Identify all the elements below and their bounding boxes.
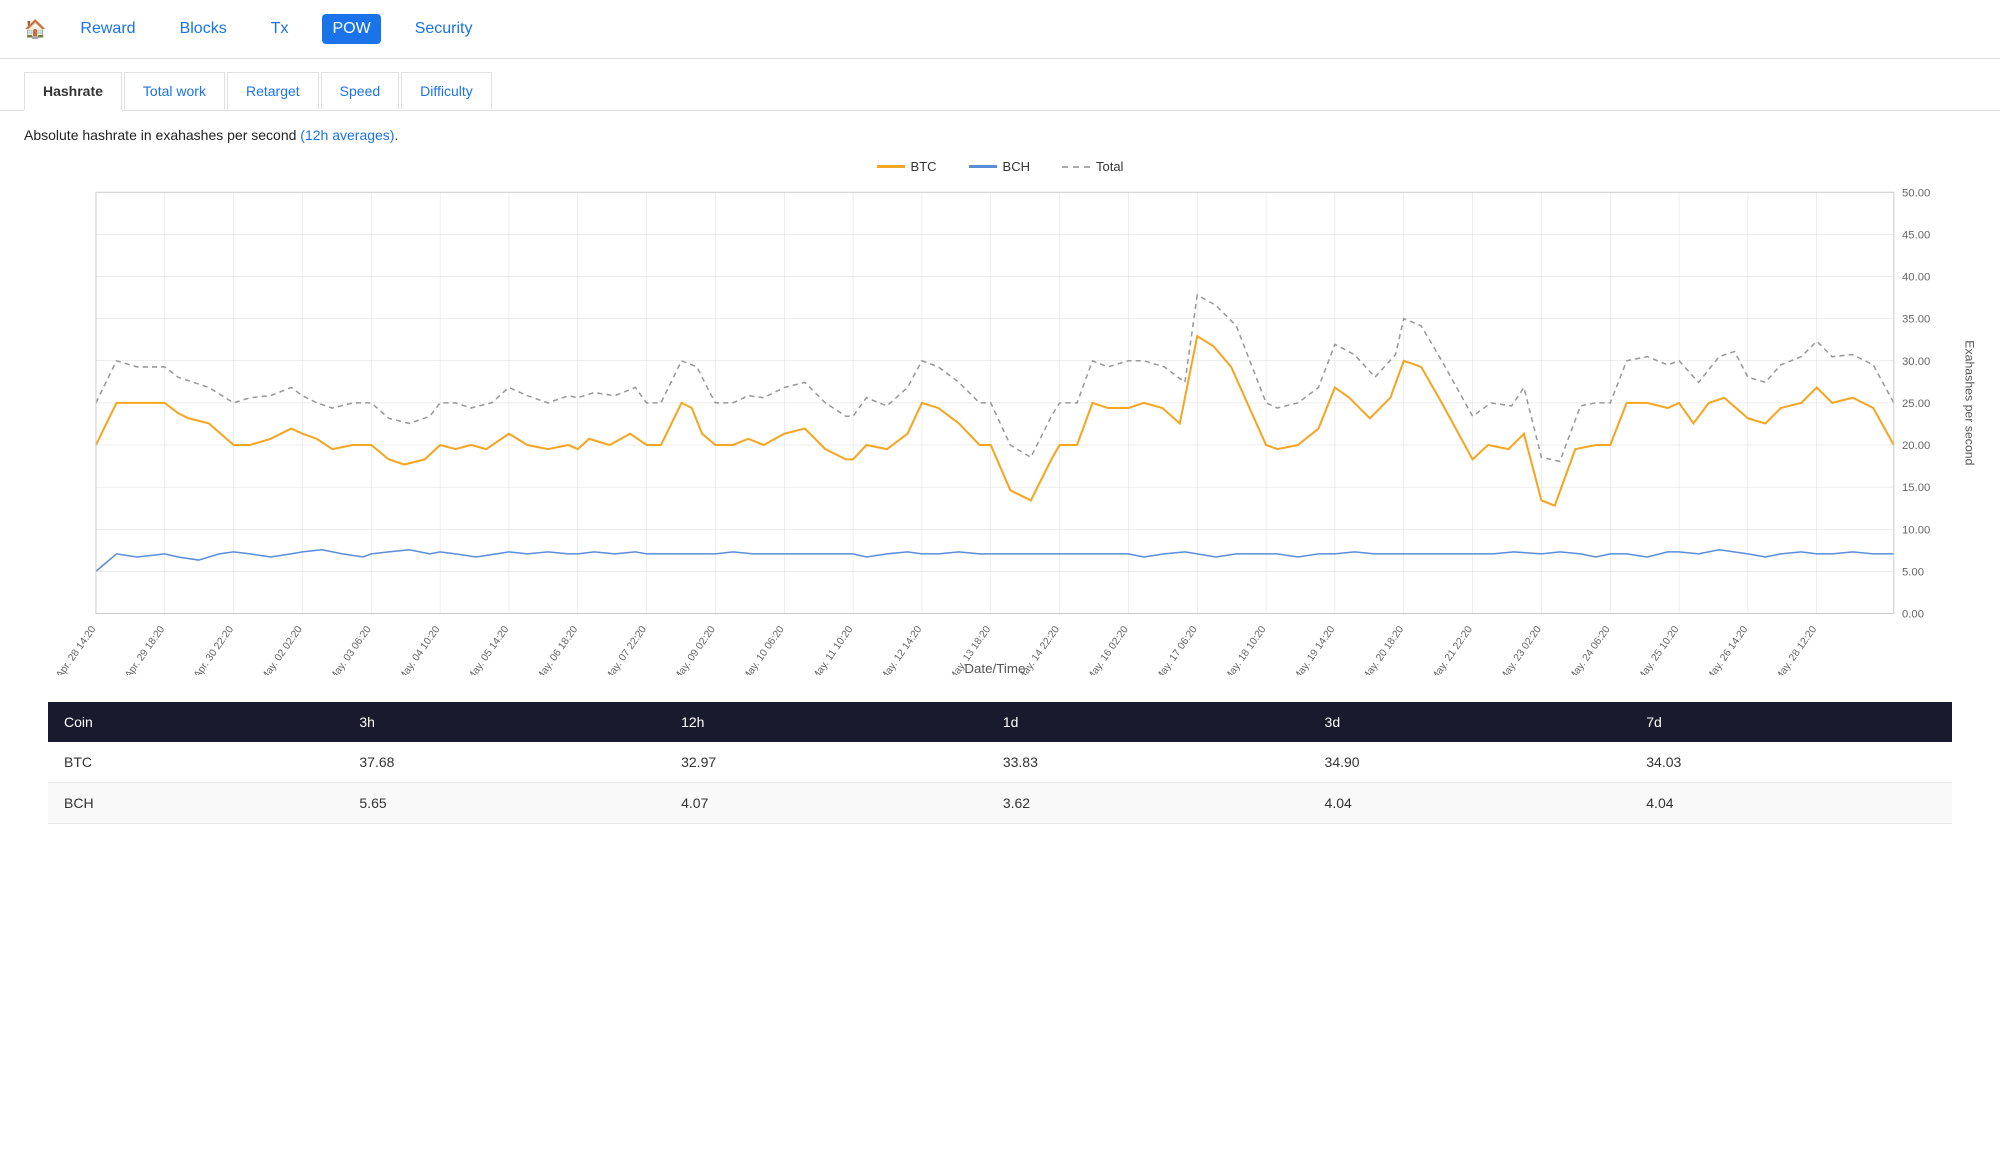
chart-description: Absolute hashrate in exahashes per secon… (0, 111, 2000, 151)
svg-text:May. 18 10:20: May. 18 10:20 (1223, 624, 1269, 675)
legend-bch: BCH (969, 159, 1030, 174)
col-1d: 1d (987, 702, 1309, 742)
chart-legend: BTC BCH Total (24, 159, 1976, 174)
svg-text:May. 11 10:20: May. 11 10:20 (810, 624, 856, 675)
tab-retarget[interactable]: Retarget (227, 72, 319, 109)
svg-text:Apr. 30 22:20: Apr. 30 22:20 (192, 624, 236, 675)
svg-text:May. 09 02:20: May. 09 02:20 (672, 624, 718, 675)
svg-text:Apr. 28 14:20: Apr. 28 14:20 (54, 624, 98, 675)
col-3d: 3d (1309, 702, 1631, 742)
svg-text:May. 26 14:20: May. 26 14:20 (1704, 624, 1750, 675)
svg-text:May. 04 10:20: May. 04 10:20 (397, 624, 443, 675)
svg-text:May. 05 14:20: May. 05 14:20 (465, 624, 511, 675)
svg-text:May. 17 06:20: May. 17 06:20 (1154, 624, 1200, 675)
svg-text:May. 25 10:20: May. 25 10:20 (1636, 624, 1682, 675)
legend-btc: BTC (877, 159, 937, 174)
svg-text:May. 23 02:20: May. 23 02:20 (1498, 624, 1544, 675)
table-wrapper: Coin 3h 12h 1d 3d 7d BTC 37.68 32.97 33.… (0, 702, 2000, 848)
svg-text:Exahashes per second: Exahashes per second (1963, 340, 1976, 465)
svg-text:May. 10 06:20: May. 10 06:20 (741, 624, 787, 675)
svg-text:May. 20 18:20: May. 20 18:20 (1360, 624, 1406, 675)
table-header-row: Coin 3h 12h 1d 3d 7d (48, 702, 1952, 742)
btc-coin: BTC (48, 742, 343, 783)
bch-12h: 4.07 (665, 783, 987, 824)
col-coin: Coin (48, 702, 343, 742)
legend-total: Total (1062, 159, 1123, 174)
data-table: Coin 3h 12h 1d 3d 7d BTC 37.68 32.97 33.… (48, 702, 1952, 824)
svg-text:May. 07 22:20: May. 07 22:20 (603, 624, 649, 675)
svg-text:45.00: 45.00 (1902, 230, 1930, 242)
svg-text:May. 28 12:20: May. 28 12:20 (1773, 624, 1819, 675)
bch-3d: 4.04 (1309, 783, 1631, 824)
nav-blocks[interactable]: Blocks (170, 14, 237, 44)
nav-bar: 🏠 Reward Blocks Tx POW Security (0, 0, 2000, 59)
averages-link[interactable]: (12h averages) (300, 127, 394, 143)
table-row: BTC 37.68 32.97 33.83 34.90 34.03 (48, 742, 1952, 783)
bch-line (96, 550, 1894, 572)
svg-text:May. 24 06:20: May. 24 06:20 (1567, 624, 1613, 675)
col-12h: 12h (665, 702, 987, 742)
tabs-bar: Hashrate Total work Retarget Speed Diffi… (0, 59, 2000, 111)
tab-speed[interactable]: Speed (321, 72, 399, 109)
btc-7d: 34.03 (1630, 742, 1952, 783)
bch-coin: BCH (48, 783, 343, 824)
btc-3h: 37.68 (343, 742, 665, 783)
svg-text:35.00: 35.00 (1902, 314, 1930, 326)
btc-legend-line (877, 165, 905, 168)
chart-svg: 50.00 45.00 40.00 35.00 30.00 25.00 20.0… (24, 182, 1976, 675)
nav-reward[interactable]: Reward (70, 14, 145, 44)
svg-text:10.00: 10.00 (1902, 524, 1930, 536)
btc-12h: 32.97 (665, 742, 987, 783)
table-row: BCH 5.65 4.07 3.62 4.04 4.04 (48, 783, 1952, 824)
chart-svg-wrapper: 50.00 45.00 40.00 35.00 30.00 25.00 20.0… (24, 182, 1976, 678)
home-icon[interactable]: 🏠 (24, 19, 46, 40)
svg-text:15.00: 15.00 (1902, 482, 1930, 494)
bch-1d: 3.62 (987, 783, 1309, 824)
col-3h: 3h (343, 702, 665, 742)
svg-text:40.00: 40.00 (1902, 272, 1930, 284)
col-7d: 7d (1630, 702, 1952, 742)
svg-text:Date/Time: Date/Time (964, 661, 1025, 675)
total-legend-label: Total (1096, 159, 1123, 174)
svg-text:May. 21 22:20: May. 21 22:20 (1429, 624, 1475, 675)
btc-line (96, 336, 1894, 506)
bch-legend-line (969, 165, 997, 168)
nav-pow[interactable]: POW (322, 14, 380, 44)
total-legend-line (1062, 166, 1090, 168)
svg-text:25.00: 25.00 (1902, 398, 1930, 410)
svg-text:May. 16 02:20: May. 16 02:20 (1085, 624, 1131, 675)
svg-text:50.00: 50.00 (1902, 187, 1930, 199)
svg-text:20.00: 20.00 (1902, 440, 1930, 452)
svg-text:May. 03 06:20: May. 03 06:20 (328, 624, 374, 675)
svg-text:May. 12 14:20: May. 12 14:20 (878, 624, 924, 675)
btc-1d: 33.83 (987, 742, 1309, 783)
btc-3d: 34.90 (1309, 742, 1631, 783)
svg-text:May. 19 14:20: May. 19 14:20 (1291, 624, 1337, 675)
total-line (96, 295, 1894, 461)
nav-tx[interactable]: Tx (261, 14, 299, 44)
svg-text:May. 06 18:20: May. 06 18:20 (534, 624, 580, 675)
bch-3h: 5.65 (343, 783, 665, 824)
svg-text:Apr. 29 18:20: Apr. 29 18:20 (123, 624, 167, 675)
btc-legend-label: BTC (911, 159, 937, 174)
tab-totalwork[interactable]: Total work (124, 72, 225, 109)
tab-hashrate[interactable]: Hashrate (24, 72, 122, 111)
chart-container: BTC BCH Total (0, 151, 2000, 678)
bch-7d: 4.04 (1630, 783, 1952, 824)
nav-security[interactable]: Security (405, 14, 483, 44)
svg-text:30.00: 30.00 (1902, 356, 1930, 368)
bch-legend-label: BCH (1003, 159, 1030, 174)
svg-text:0.00: 0.00 (1902, 609, 1924, 621)
svg-text:5.00: 5.00 (1902, 566, 1924, 578)
svg-text:May. 02 02:20: May. 02 02:20 (259, 624, 305, 675)
tab-difficulty[interactable]: Difficulty (401, 72, 492, 109)
